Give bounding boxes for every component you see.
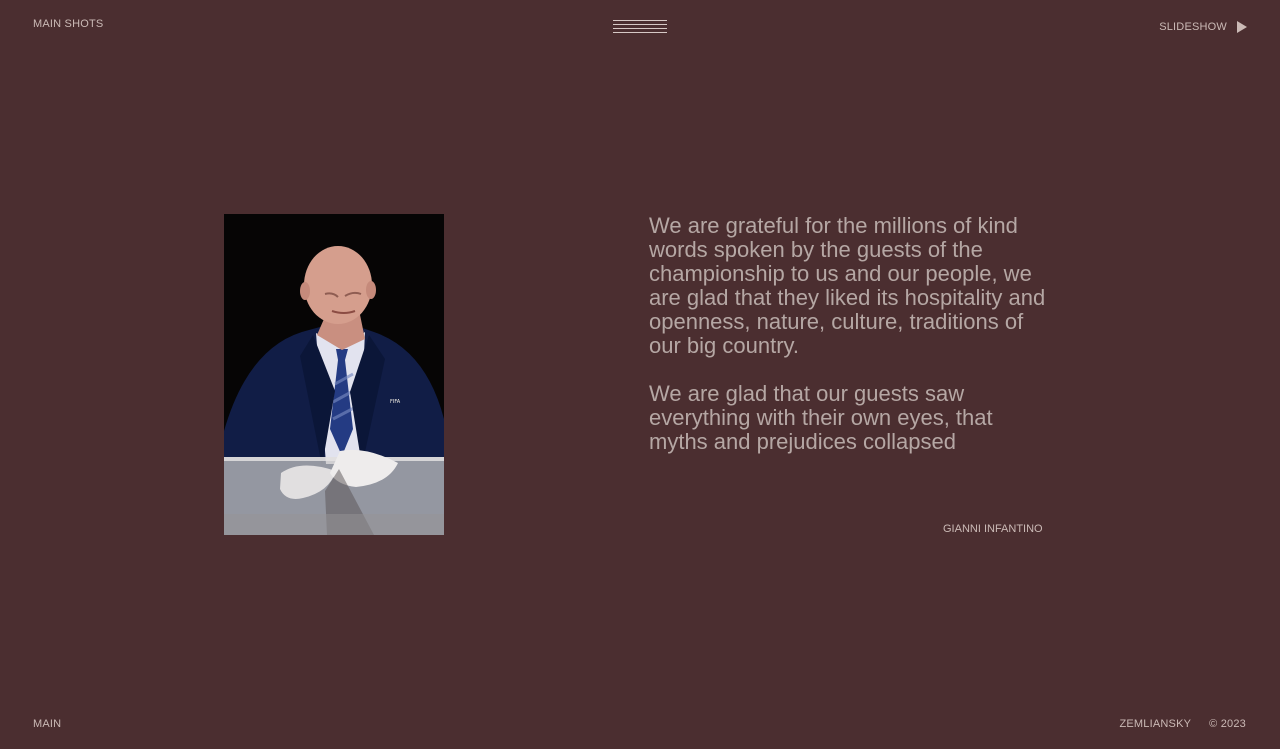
- footer-meta: ZEMLIANSKY © 2023: [1119, 718, 1246, 730]
- main-link[interactable]: MAIN: [33, 718, 61, 730]
- hamburger-icon[interactable]: [613, 20, 667, 36]
- slideshow-button[interactable]: SLIDESHOW: [1159, 21, 1247, 33]
- slideshow-label: SLIDESHOW: [1159, 21, 1227, 33]
- main-shots-link[interactable]: MAIN SHOTS: [33, 18, 103, 30]
- quote-author: GIANNI INFANTINO: [943, 523, 1043, 535]
- svg-text:FIFA: FIFA: [390, 399, 401, 405]
- quote-paragraph-2: We are glad that our guests saw everythi…: [649, 381, 993, 454]
- copyright-text: © 2023: [1209, 718, 1246, 730]
- play-icon: [1237, 21, 1247, 33]
- brand-name: ZEMLIANSKY: [1119, 718, 1192, 730]
- quote-block: We are grateful for the millions of kind…: [649, 214, 1049, 478]
- quote-paragraph-1: We are grateful for the millions of kind…: [649, 213, 1046, 358]
- portrait-photo: FIFA: [224, 214, 444, 535]
